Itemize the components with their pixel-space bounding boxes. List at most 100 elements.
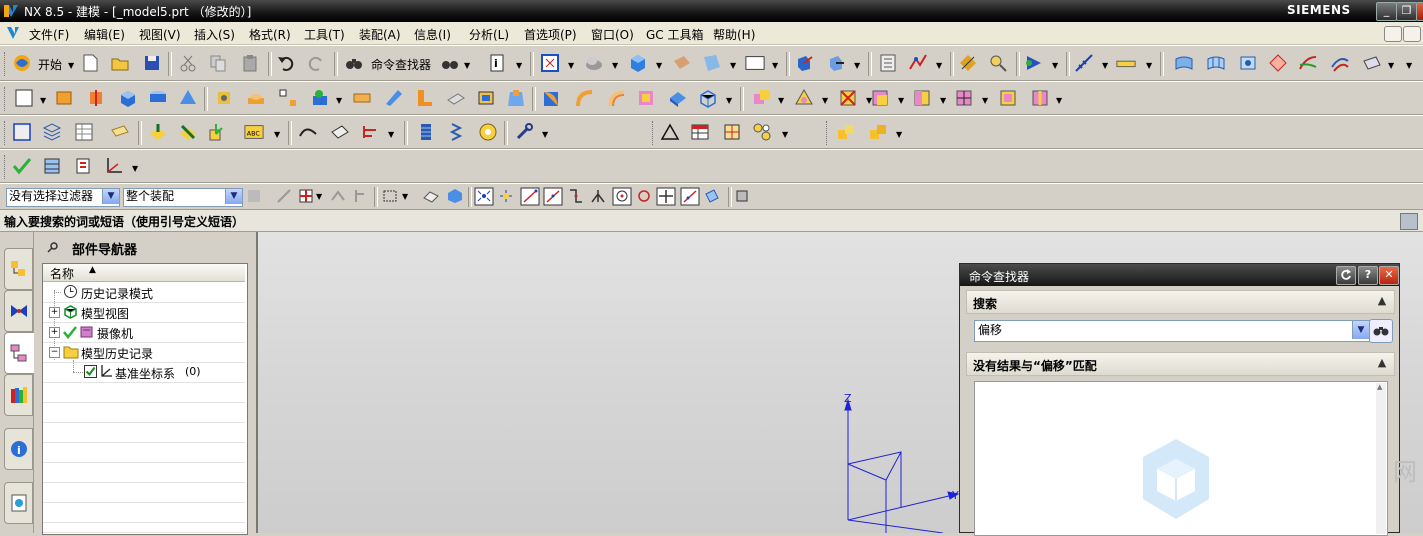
tree-row-history-mode[interactable]: 历史记录模式	[43, 282, 245, 303]
undo-icon[interactable]	[276, 53, 296, 73]
snap-enable-icon[interactable]	[474, 187, 494, 206]
chevron-down-icon[interactable]: ▼	[854, 61, 860, 70]
part-navigator-tab[interactable]	[4, 332, 35, 374]
type-filter-select[interactable]: 没有选择过滤器 ▼	[6, 188, 120, 207]
cut-icon[interactable]	[178, 53, 198, 73]
wireframe-block-icon[interactable]	[698, 88, 718, 108]
toolbar-grip[interactable]	[652, 121, 656, 145]
mid-point-icon[interactable]	[543, 187, 563, 206]
chevron-down-icon[interactable]: ▼	[1056, 96, 1062, 105]
chevron-down-icon[interactable]: ▼	[542, 130, 548, 139]
copy-icon[interactable]	[208, 53, 228, 73]
component-pattern-icon[interactable]	[752, 122, 772, 142]
paste-icon[interactable]	[240, 53, 260, 73]
reuse-library-tab[interactable]	[4, 374, 33, 416]
nx-start-icon[interactable]	[12, 53, 32, 73]
chevron-down-icon[interactable]: ▼	[132, 164, 138, 173]
through-curves-icon[interactable]	[1206, 53, 1226, 73]
datum-csys-triad[interactable]	[828, 390, 968, 533]
toolbar-grip[interactable]	[826, 121, 830, 145]
project-curve-icon[interactable]	[330, 122, 350, 142]
selection-intent-icon[interactable]	[276, 188, 292, 204]
chevron-down-icon[interactable]: ▼	[388, 130, 394, 139]
blend-surface-icon[interactable]	[1298, 53, 1318, 73]
dimension-icon[interactable]	[1074, 53, 1094, 73]
new-file-icon[interactable]	[80, 53, 100, 73]
control-point-icon[interactable]	[568, 188, 584, 204]
block-icon[interactable]	[118, 88, 138, 108]
subtract-icon[interactable]	[794, 88, 814, 108]
chevron-down-icon[interactable]: ▼	[225, 189, 242, 204]
cone-icon[interactable]	[178, 88, 198, 108]
search-group-header[interactable]: 搜索 ▲	[966, 290, 1395, 314]
emboss-icon[interactable]	[954, 88, 974, 108]
chevron-down-icon[interactable]: ▼	[102, 189, 119, 204]
menu-assembly[interactable]: 装配(A)	[359, 26, 401, 43]
mdi-restore-button[interactable]	[1403, 26, 1421, 42]
save-icon[interactable]	[142, 53, 162, 73]
net-surface-icon[interactable]	[1268, 53, 1288, 73]
csys-icon[interactable]	[104, 156, 124, 176]
open-folder-icon[interactable]	[110, 53, 130, 73]
measure-distance-icon[interactable]	[958, 53, 978, 73]
chevron-down-icon[interactable]: ▼	[516, 61, 522, 70]
scale-body-icon[interactable]	[1030, 88, 1050, 108]
chevron-down-icon[interactable]: ▼	[464, 61, 470, 70]
restore-button[interactable]: ❐	[1396, 2, 1417, 21]
menu-format[interactable]: 格式(R)	[249, 26, 291, 43]
extrude-icon[interactable]	[54, 88, 74, 108]
point-on-face-icon[interactable]	[704, 188, 720, 204]
redo-icon[interactable]	[306, 53, 326, 73]
chevron-down-icon[interactable]: ▼	[822, 96, 828, 105]
toolbar-overflow-icon[interactable]: ▼	[1406, 61, 1412, 70]
menu-edit[interactable]: 编辑(E)	[84, 26, 125, 43]
assembly-gold-2-icon[interactable]	[868, 122, 888, 142]
tree-row-model-history[interactable]: − 模型历史记录	[43, 342, 245, 363]
chamfer-icon[interactable]	[574, 88, 594, 108]
derived-curve-icon[interactable]	[360, 122, 380, 142]
wrench-icon[interactable]	[514, 122, 534, 142]
name-column-header[interactable]: 名称 ▲	[43, 264, 245, 282]
toolbar-grip[interactable]	[4, 52, 8, 76]
binoculars-icon[interactable]	[344, 53, 364, 73]
offset-surface-icon[interactable]	[1330, 53, 1350, 73]
spreadsheet-icon[interactable]	[74, 122, 94, 142]
ruler-icon[interactable]	[1116, 53, 1136, 73]
snap-settings-icon[interactable]	[498, 188, 514, 204]
command-finder-button[interactable]: 命令查找器	[371, 56, 431, 73]
menu-preferences[interactable]: 首选项(P)	[524, 26, 577, 43]
menu-file[interactable]: 文件(F)	[29, 26, 69, 43]
toolbar-grip[interactable]	[4, 155, 8, 179]
slot-icon[interactable]	[352, 88, 372, 108]
start-button[interactable]: 开始	[38, 56, 62, 73]
magnifier-icon[interactable]	[988, 53, 1008, 73]
pocket-icon[interactable]	[278, 88, 298, 108]
existing-point-icon[interactable]	[656, 187, 676, 206]
point-constructor-icon[interactable]	[908, 53, 928, 73]
draft-icon[interactable]	[506, 88, 526, 108]
end-point-icon[interactable]	[520, 187, 540, 206]
chevron-down-icon[interactable]: ▼	[782, 130, 788, 139]
chevron-down-icon[interactable]: ▼	[1146, 61, 1152, 70]
face-blend-icon[interactable]	[606, 88, 626, 108]
menu-information[interactable]: 信息(I)	[414, 26, 451, 43]
surface-icon[interactable]	[1174, 53, 1194, 73]
move-component-icon[interactable]	[178, 122, 198, 142]
groove-icon[interactable]	[384, 88, 404, 108]
patch-icon[interactable]	[912, 88, 932, 108]
curve-rule-icon[interactable]	[330, 188, 346, 204]
gear-icon[interactable]	[478, 122, 498, 142]
shell-icon[interactable]	[476, 88, 496, 108]
tree-row-model-views[interactable]: + 模型视图	[43, 302, 245, 323]
menu-help[interactable]: 帮助(H)	[713, 26, 755, 43]
constraint-navigator-tab[interactable]	[4, 290, 33, 332]
select-body-icon[interactable]	[446, 188, 464, 204]
assembly-navigator-tab[interactable]	[4, 248, 33, 290]
check-mate-icon[interactable]	[42, 156, 62, 176]
chevron-down-icon[interactable]: ▼	[896, 130, 902, 139]
edge-blend-icon[interactable]	[542, 88, 562, 108]
general-selection-icon[interactable]	[246, 188, 262, 204]
results-scrollbar[interactable]: ▲	[1376, 383, 1386, 534]
sketch-icon[interactable]	[14, 88, 34, 108]
point-filter-icon[interactable]	[298, 188, 314, 204]
